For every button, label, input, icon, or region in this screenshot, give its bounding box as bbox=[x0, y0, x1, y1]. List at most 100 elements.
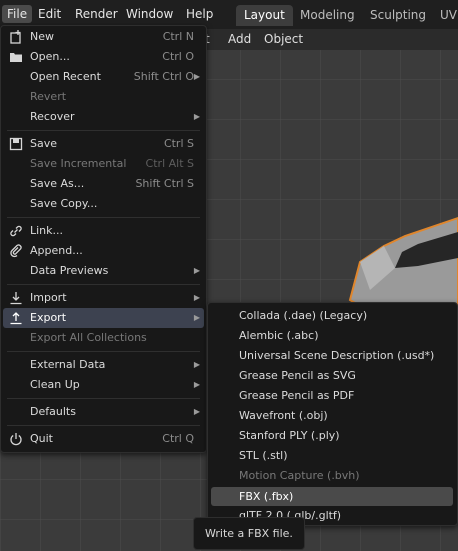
tab-modeling[interactable]: Modeling bbox=[292, 5, 363, 26]
file-recover[interactable]: Recover ▶ bbox=[1, 107, 206, 127]
export-gp-pdf-label: Grease Pencil as PDF bbox=[239, 389, 355, 402]
file-save-label: Save bbox=[30, 137, 58, 150]
file-import[interactable]: Import ▶ bbox=[1, 288, 206, 308]
chevron-right-icon: ▶ bbox=[193, 266, 200, 275]
file-export[interactable]: Export ▶ bbox=[3, 308, 204, 328]
menu-edit[interactable]: Edit bbox=[33, 5, 66, 23]
chevron-right-icon: ▶ bbox=[193, 293, 200, 302]
export-alembic-label: Alembic (.abc) bbox=[239, 329, 319, 342]
header-object[interactable]: Object bbox=[264, 31, 303, 48]
export-obj[interactable]: Wavefront (.obj) bbox=[208, 406, 457, 426]
menu-render[interactable]: Render bbox=[70, 5, 123, 23]
file-save-copy[interactable]: Save Copy... bbox=[1, 194, 206, 214]
menu-separator bbox=[7, 351, 200, 352]
file-import-label: Import bbox=[30, 291, 67, 304]
file-save-as-label: Save As... bbox=[30, 177, 85, 190]
file-open-recent-label: Open Recent bbox=[30, 70, 101, 83]
tab-uv[interactable]: UV bbox=[432, 5, 458, 26]
chevron-right-icon: ▶ bbox=[193, 313, 200, 322]
file-revert: Revert bbox=[1, 87, 206, 107]
file-save-as[interactable]: Save As... Shift Ctrl S bbox=[1, 174, 206, 194]
export-stl[interactable]: STL (.stl) bbox=[208, 446, 457, 466]
export-submenu: Collada (.dae) (Legacy) Alembic (.abc) U… bbox=[207, 302, 458, 526]
file-clean-up-label: Clean Up bbox=[30, 378, 80, 391]
file-recover-label: Recover bbox=[30, 110, 75, 123]
menu-separator bbox=[7, 284, 200, 285]
viewport-header: t Add Object bbox=[205, 29, 458, 50]
menu-window[interactable]: Window bbox=[121, 5, 178, 23]
export-icon bbox=[10, 312, 22, 325]
file-append-label: Append... bbox=[30, 244, 83, 257]
export-fbx[interactable]: FBX (.fbx) bbox=[211, 487, 453, 506]
file-menu: New Ctrl N Open... Ctrl O Open Recent Sh… bbox=[0, 25, 207, 453]
menu-help[interactable]: Help bbox=[181, 5, 218, 23]
file-save-incremental-label: Save Incremental bbox=[30, 157, 127, 170]
save-icon bbox=[9, 137, 23, 151]
link-icon bbox=[10, 225, 22, 237]
chevron-right-icon: ▶ bbox=[193, 112, 200, 121]
file-save-incremental: Save Incremental Ctrl Alt S bbox=[1, 154, 206, 174]
export-stl-label: STL (.stl) bbox=[239, 449, 288, 462]
file-data-previews-label: Data Previews bbox=[30, 264, 109, 277]
file-quit-label: Quit bbox=[30, 432, 53, 445]
quit-icon bbox=[10, 433, 22, 446]
export-collada-label: Collada (.dae) (Legacy) bbox=[239, 309, 368, 322]
file-export-all-collections: Export All Collections bbox=[1, 328, 206, 348]
file-save-copy-label: Save Copy... bbox=[30, 197, 98, 210]
menu-separator bbox=[7, 130, 200, 131]
file-link[interactable]: Link... bbox=[1, 221, 206, 241]
folder-icon bbox=[10, 53, 22, 62]
file-open-label: Open... bbox=[30, 50, 70, 63]
export-ply[interactable]: Stanford PLY (.ply) bbox=[208, 426, 457, 446]
file-export-label: Export bbox=[30, 311, 67, 324]
file-open-shortcut: Ctrl O bbox=[162, 50, 194, 63]
file-defaults-label: Defaults bbox=[30, 405, 76, 418]
chevron-right-icon: ▶ bbox=[193, 72, 200, 81]
export-gp-pdf[interactable]: Grease Pencil as PDF bbox=[208, 386, 457, 406]
import-icon bbox=[10, 292, 22, 305]
export-gp-svg-label: Grease Pencil as SVG bbox=[239, 369, 356, 382]
file-external-data-label: External Data bbox=[30, 358, 106, 371]
file-revert-label: Revert bbox=[30, 90, 67, 103]
export-bvh: Motion Capture (.bvh) bbox=[208, 466, 457, 486]
menu-separator bbox=[7, 217, 200, 218]
chevron-right-icon: ▶ bbox=[193, 380, 200, 389]
tab-sculpting[interactable]: Sculpting bbox=[362, 5, 434, 26]
menu-separator bbox=[7, 425, 200, 426]
file-link-label: Link... bbox=[30, 224, 64, 237]
export-alembic[interactable]: Alembic (.abc) bbox=[208, 326, 457, 346]
append-icon bbox=[10, 244, 22, 258]
file-external-data[interactable]: External Data ▶ bbox=[1, 355, 206, 375]
header-add[interactable]: Add bbox=[228, 31, 251, 48]
file-new-label: New bbox=[30, 30, 54, 43]
export-usd[interactable]: Universal Scene Description (.usd*) bbox=[208, 346, 457, 366]
export-obj-label: Wavefront (.obj) bbox=[239, 409, 328, 422]
new-file-icon bbox=[10, 30, 21, 44]
menu-file[interactable]: File bbox=[2, 5, 33, 23]
file-quit-shortcut: Ctrl Q bbox=[162, 432, 194, 445]
file-defaults[interactable]: Defaults ▶ bbox=[1, 402, 206, 422]
tooltip: Write a FBX file. bbox=[193, 517, 305, 550]
tab-layout[interactable]: Layout bbox=[236, 5, 293, 26]
export-bvh-label: Motion Capture (.bvh) bbox=[239, 469, 360, 482]
file-save[interactable]: Save Ctrl S bbox=[1, 134, 206, 154]
file-save-shortcut: Ctrl S bbox=[163, 137, 194, 150]
export-usd-label: Universal Scene Description (.usd*) bbox=[239, 349, 435, 362]
file-open-recent[interactable]: Open Recent Shift Ctrl O ▶ bbox=[1, 67, 206, 87]
export-gp-svg[interactable]: Grease Pencil as SVG bbox=[208, 366, 457, 386]
file-data-previews[interactable]: Data Previews ▶ bbox=[1, 261, 206, 281]
export-collada[interactable]: Collada (.dae) (Legacy) bbox=[208, 306, 457, 326]
file-clean-up[interactable]: Clean Up ▶ bbox=[1, 375, 206, 395]
file-quit[interactable]: Quit Ctrl Q bbox=[1, 429, 206, 449]
file-new-shortcut: Ctrl N bbox=[162, 30, 194, 43]
chevron-right-icon: ▶ bbox=[193, 407, 200, 416]
file-open[interactable]: Open... Ctrl O bbox=[1, 47, 206, 67]
file-save-incremental-shortcut: Ctrl Alt S bbox=[145, 157, 194, 170]
export-fbx-label: FBX (.fbx) bbox=[239, 490, 294, 503]
file-open-recent-shortcut: Shift Ctrl O bbox=[133, 70, 194, 83]
export-ply-label: Stanford PLY (.ply) bbox=[239, 429, 340, 442]
menu-separator bbox=[7, 398, 200, 399]
file-append[interactable]: Append... bbox=[1, 241, 206, 261]
file-save-as-shortcut: Shift Ctrl S bbox=[135, 177, 194, 190]
file-new[interactable]: New Ctrl N bbox=[1, 27, 206, 47]
